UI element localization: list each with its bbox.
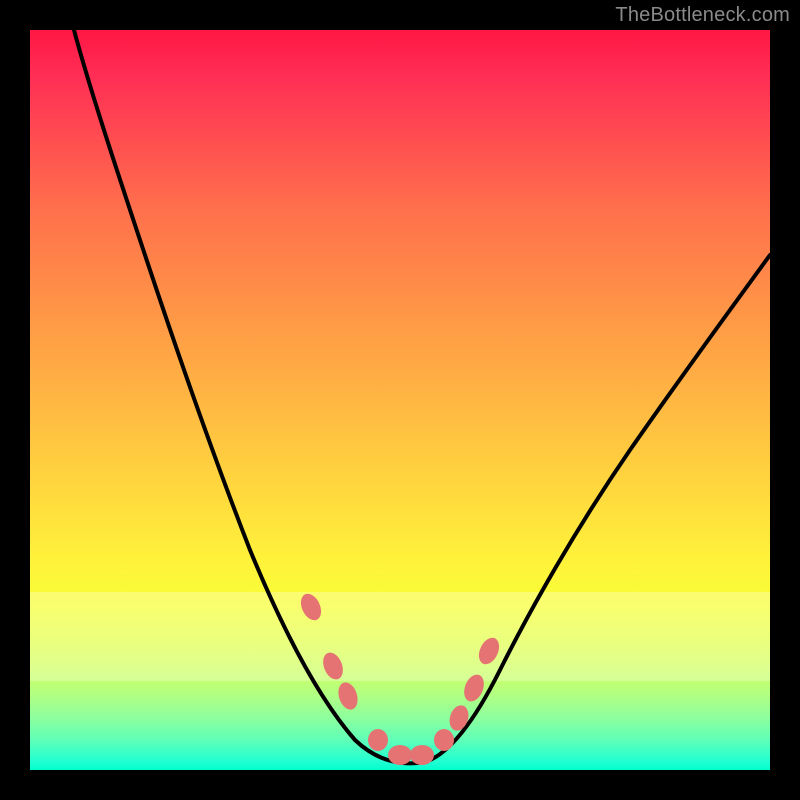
curve-layer — [30, 30, 770, 770]
plot-area — [30, 30, 770, 770]
watermark-text: TheBottleneck.com — [615, 4, 790, 27]
bottleneck-curve — [74, 30, 770, 763]
curve-bead — [319, 650, 346, 683]
curve-bead — [434, 729, 454, 751]
chart-frame: TheBottleneck.com — [0, 0, 800, 800]
curve-bead — [446, 703, 471, 733]
bead-group — [297, 591, 503, 765]
curve-bead — [388, 745, 412, 765]
curve-bead — [368, 729, 388, 751]
curve-bead — [410, 745, 434, 765]
curve-bead — [475, 635, 503, 668]
curve-bead — [335, 680, 361, 712]
curve-bead — [297, 591, 325, 624]
